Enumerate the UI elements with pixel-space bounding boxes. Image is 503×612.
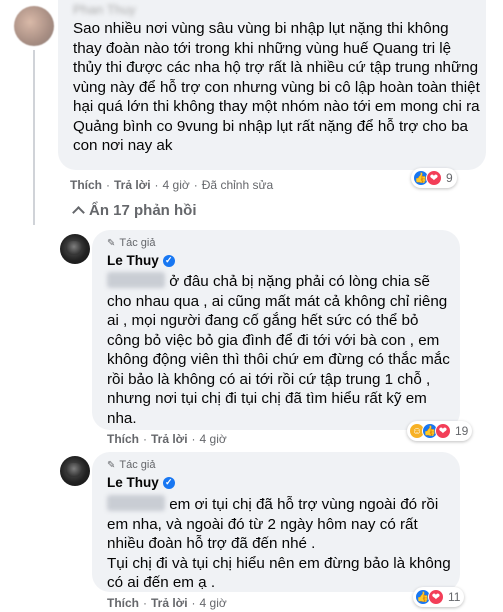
mention-redacted[interactable] [107,495,165,511]
like-button[interactable]: Thích [107,596,139,610]
timestamp[interactable]: 4 giờ [163,178,190,192]
verified-icon: ✓ [162,476,175,489]
author-badge-label: Tác giả [119,459,156,471]
pencil-icon: ✎ [107,237,116,249]
timestamp[interactable]: 4 giờ [200,432,227,446]
timestamp[interactable]: 4 giờ [200,596,227,610]
author-avatar[interactable] [60,234,90,264]
reply-actions: Thích · Trả lời · 4 giờ [107,596,227,610]
reply-button[interactable]: Trả lời [151,432,188,446]
author-name-text: Le Thuy [107,475,159,490]
like-button[interactable]: Thích [70,178,102,192]
reply-text-body: ở đâu chả bị nặng phải có lòng chia sẽ c… [107,273,450,427]
mention-redacted[interactable] [107,272,165,288]
reactions-summary[interactable]: 👍 ❤ 9 [411,168,457,188]
love-icon: ❤ [426,170,442,186]
reply-text: ở đâu chả bị nặng phải có lòng chia sẽ c… [107,272,455,428]
edited-label: Đã chỉnh sửa [201,178,274,192]
chevron-up-icon [72,206,85,219]
thread-line [33,50,35,225]
verified-icon: ✓ [162,254,175,267]
reaction-count: 11 [448,590,461,604]
reaction-count: 9 [446,171,453,185]
author-name-text: Le Thuy [107,253,159,268]
hide-replies-toggle[interactable]: Ẩn 17 phản hồi [72,202,197,219]
author-badge: ✎ Tác giả [107,237,155,249]
hide-replies-label: Ẩn 17 phản hồi [89,202,197,219]
reactions-summary[interactable]: ☺ 👍 ❤ 19 [407,421,473,441]
commenter-name-redacted[interactable]: Phan Thuy [73,2,141,17]
top-comment-actions: Thích · Trả lời · 4 giờ · Đã chỉnh sửa [70,178,274,192]
author-avatar[interactable] [60,456,90,486]
like-button[interactable]: Thích [107,432,139,446]
reply-button[interactable]: Trả lời [151,596,188,610]
love-icon: ❤ [428,589,444,605]
author-name[interactable]: Le Thuy ✓ [107,475,175,490]
reply-button[interactable]: Trả lời [114,178,151,192]
reply-actions: Thích · Trả lời · 4 giờ [107,432,227,446]
reply-text: em ơi tụi chị đã hỗ trợ vùng ngoài đó rồ… [107,495,455,593]
author-badge-label: Tác giả [119,237,156,249]
author-badge: ✎ Tác giả [107,459,155,471]
commenter-avatar[interactable] [14,6,54,46]
reactions-summary[interactable]: 👍 ❤ 11 [413,587,465,607]
pencil-icon: ✎ [107,459,116,471]
top-comment-text: Sao nhiều nơi vùng sâu vùng bi nhập lụt … [73,20,480,154]
reaction-count: 19 [455,424,469,438]
author-name[interactable]: Le Thuy ✓ [107,253,175,268]
love-icon: ❤ [435,423,451,439]
